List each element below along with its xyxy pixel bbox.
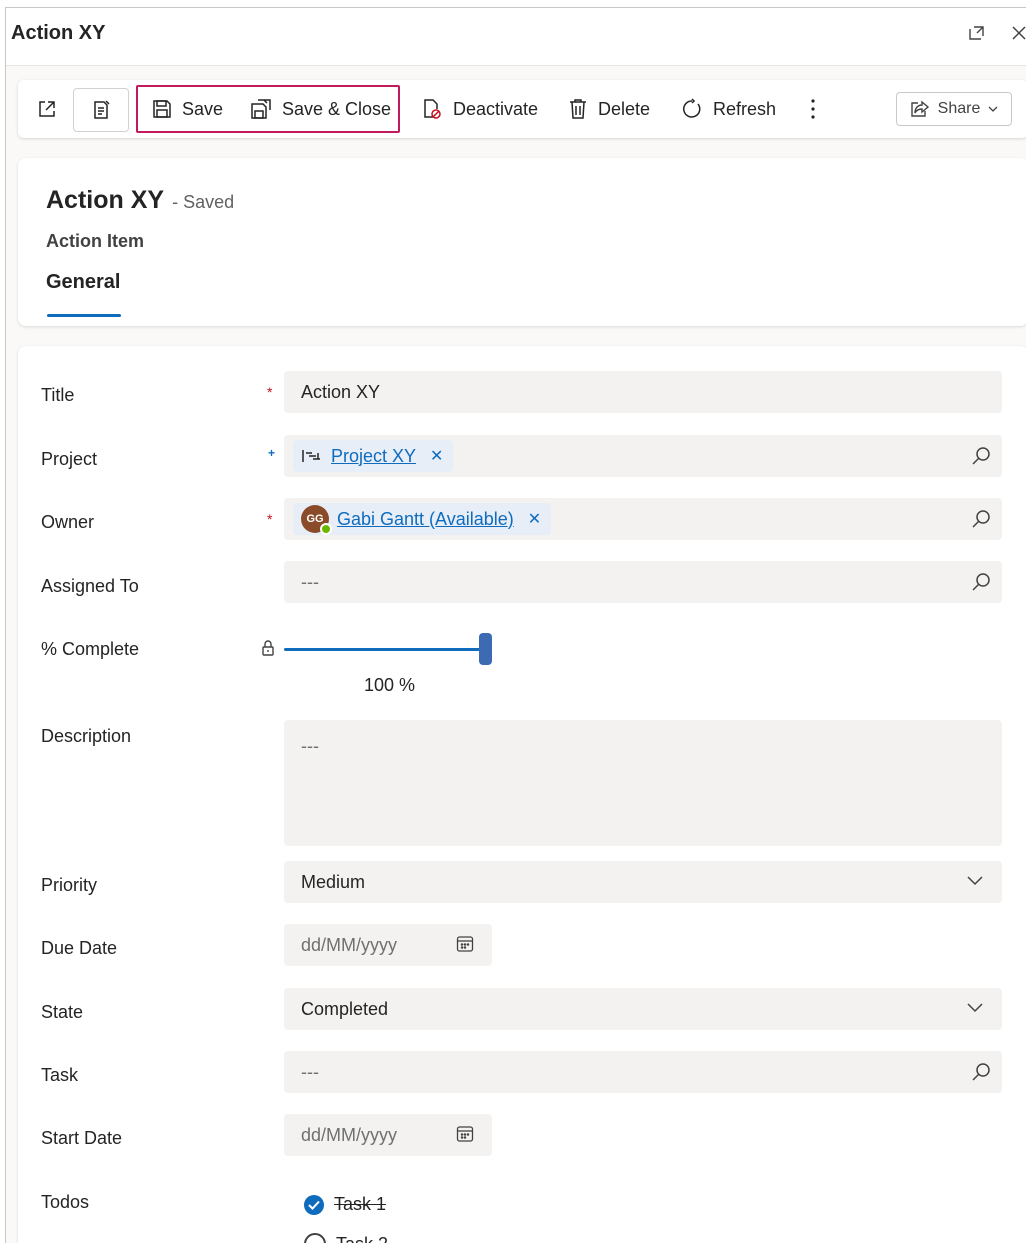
trash-icon [570,99,586,119]
save-icon [153,100,171,118]
project-link[interactable]: Project XY [331,446,416,467]
project-lookup[interactable]: Project XY ✕ [284,435,1002,477]
edit-form-icon [94,100,110,119]
state-value: Completed [301,998,389,1019]
state-label: State [41,1002,84,1022]
delete-label: Delete [598,98,651,119]
avatar-initials: GG [306,513,324,525]
save-close-label: Save & Close [282,98,392,119]
calendar-icon[interactable] [456,1125,474,1143]
checkbox-checked-icon[interactable] [304,1194,324,1215]
recommended-indicator: + [268,446,276,460]
task-label: Task [41,1065,79,1085]
required-indicator: * [267,511,273,527]
save-and-close-button[interactable]: Save & Close [250,80,391,138]
tab-general[interactable]: General [46,271,120,294]
chevron-down-icon [988,106,998,112]
presence-available-icon [320,523,332,535]
window-titlebar: Action XY [6,8,1026,66]
owner-label: Owner [41,512,95,532]
window-title: Action XY [11,22,106,44]
open-in-new-window-button[interactable] [36,80,58,138]
calendar-icon[interactable] [456,935,474,953]
description-textarea[interactable]: --- [284,720,1002,846]
percent-complete-label: % Complete [41,639,140,659]
entity-type: Action Item [46,231,145,251]
search-icon[interactable] [970,445,992,467]
share-icon [910,100,929,117]
search-icon[interactable] [970,1061,992,1083]
refresh-label: Refresh [713,98,777,119]
percent-complete-value: 100 % [364,675,416,695]
title-label: Title [41,385,75,405]
refresh-icon [683,98,701,118]
deactivate-icon [424,99,441,119]
remove-owner-icon[interactable]: ✕ [528,509,541,529]
assigned-to-value: --- [301,571,319,592]
todo-label: Task 2 [336,1234,388,1243]
percent-complete-slider-track[interactable] [284,648,482,651]
share-label: Share [937,100,981,117]
assigned-to-lookup[interactable]: --- [284,561,1002,603]
priority-value: Medium [301,871,366,892]
state-select[interactable]: Completed [284,988,1002,1030]
save-close-icon [251,99,271,119]
start-date-placeholder: dd/MM/yyyy [301,1124,398,1145]
remove-project-icon[interactable]: ✕ [430,446,443,466]
form-window: Action XY Save Save & Close Deactivate D… [5,7,1026,1243]
checkbox-unchecked-icon[interactable] [304,1233,326,1243]
search-icon[interactable] [970,508,992,530]
start-date-label: Start Date [41,1128,123,1148]
chevron-down-icon [967,876,983,886]
owner-link[interactable]: Gabi Gantt (Available) [337,509,514,530]
todo-item[interactable]: Task 1 [304,1194,386,1215]
todos-label: Todos [41,1192,90,1212]
chevron-down-icon [967,1003,983,1013]
share-button[interactable]: Share [896,92,1012,126]
due-date-input[interactable]: dd/MM/yyyy [284,924,492,966]
lock-icon [262,640,274,656]
expand-icon[interactable] [964,20,990,46]
assigned-to-label: Assigned To [41,576,139,596]
save-status: - Saved [172,192,235,212]
percent-complete-slider-thumb[interactable] [479,633,492,665]
required-indicator: * [267,384,273,400]
task-lookup[interactable]: --- [284,1051,1002,1093]
deactivate-button[interactable]: Deactivate [421,80,538,138]
due-date-label: Due Date [41,938,118,958]
record-name: Action XY [46,186,165,214]
priority-select[interactable]: Medium [284,861,1002,903]
project-label: Project [41,449,98,469]
todo-item[interactable]: Task 2 [304,1233,388,1243]
tab-selected-indicator [47,314,121,317]
description-label: Description [41,726,132,746]
form-section: Title * Action XY Project + Project XY ✕… [18,346,1026,1243]
deactivate-label: Deactivate [453,98,539,119]
delete-button[interactable]: Delete [568,80,650,138]
open-external-icon [39,101,55,117]
task-value: --- [301,1061,319,1082]
close-icon[interactable] [1006,20,1026,46]
todo-label: Task 1 [334,1194,387,1214]
record-title-row: Action XY - Saved [46,186,234,215]
project-lookup-value[interactable]: Project XY ✕ [293,440,454,472]
search-icon[interactable] [970,571,992,593]
record-header: Action XY - Saved Action Item General [18,158,1026,326]
more-vertical-icon [811,99,815,119]
command-bar: Save Save & Close Deactivate Delete Refr… [18,80,1026,138]
avatar: GG [301,505,332,535]
save-button[interactable]: Save [152,80,223,138]
priority-label: Priority [41,875,98,895]
due-date-placeholder: dd/MM/yyyy [301,934,398,955]
title-input[interactable]: Action XY [284,371,1002,413]
project-icon [302,450,320,462]
start-date-input[interactable]: dd/MM/yyyy [284,1114,492,1156]
more-commands-button[interactable] [810,80,816,138]
refresh-button[interactable]: Refresh [681,80,776,138]
form-editor-button[interactable] [73,88,129,132]
save-label: Save [182,98,224,119]
owner-lookup[interactable]: GG Gabi Gantt (Available) ✕ [284,498,1002,540]
owner-lookup-value[interactable]: GG Gabi Gantt (Available) ✕ [293,503,552,535]
